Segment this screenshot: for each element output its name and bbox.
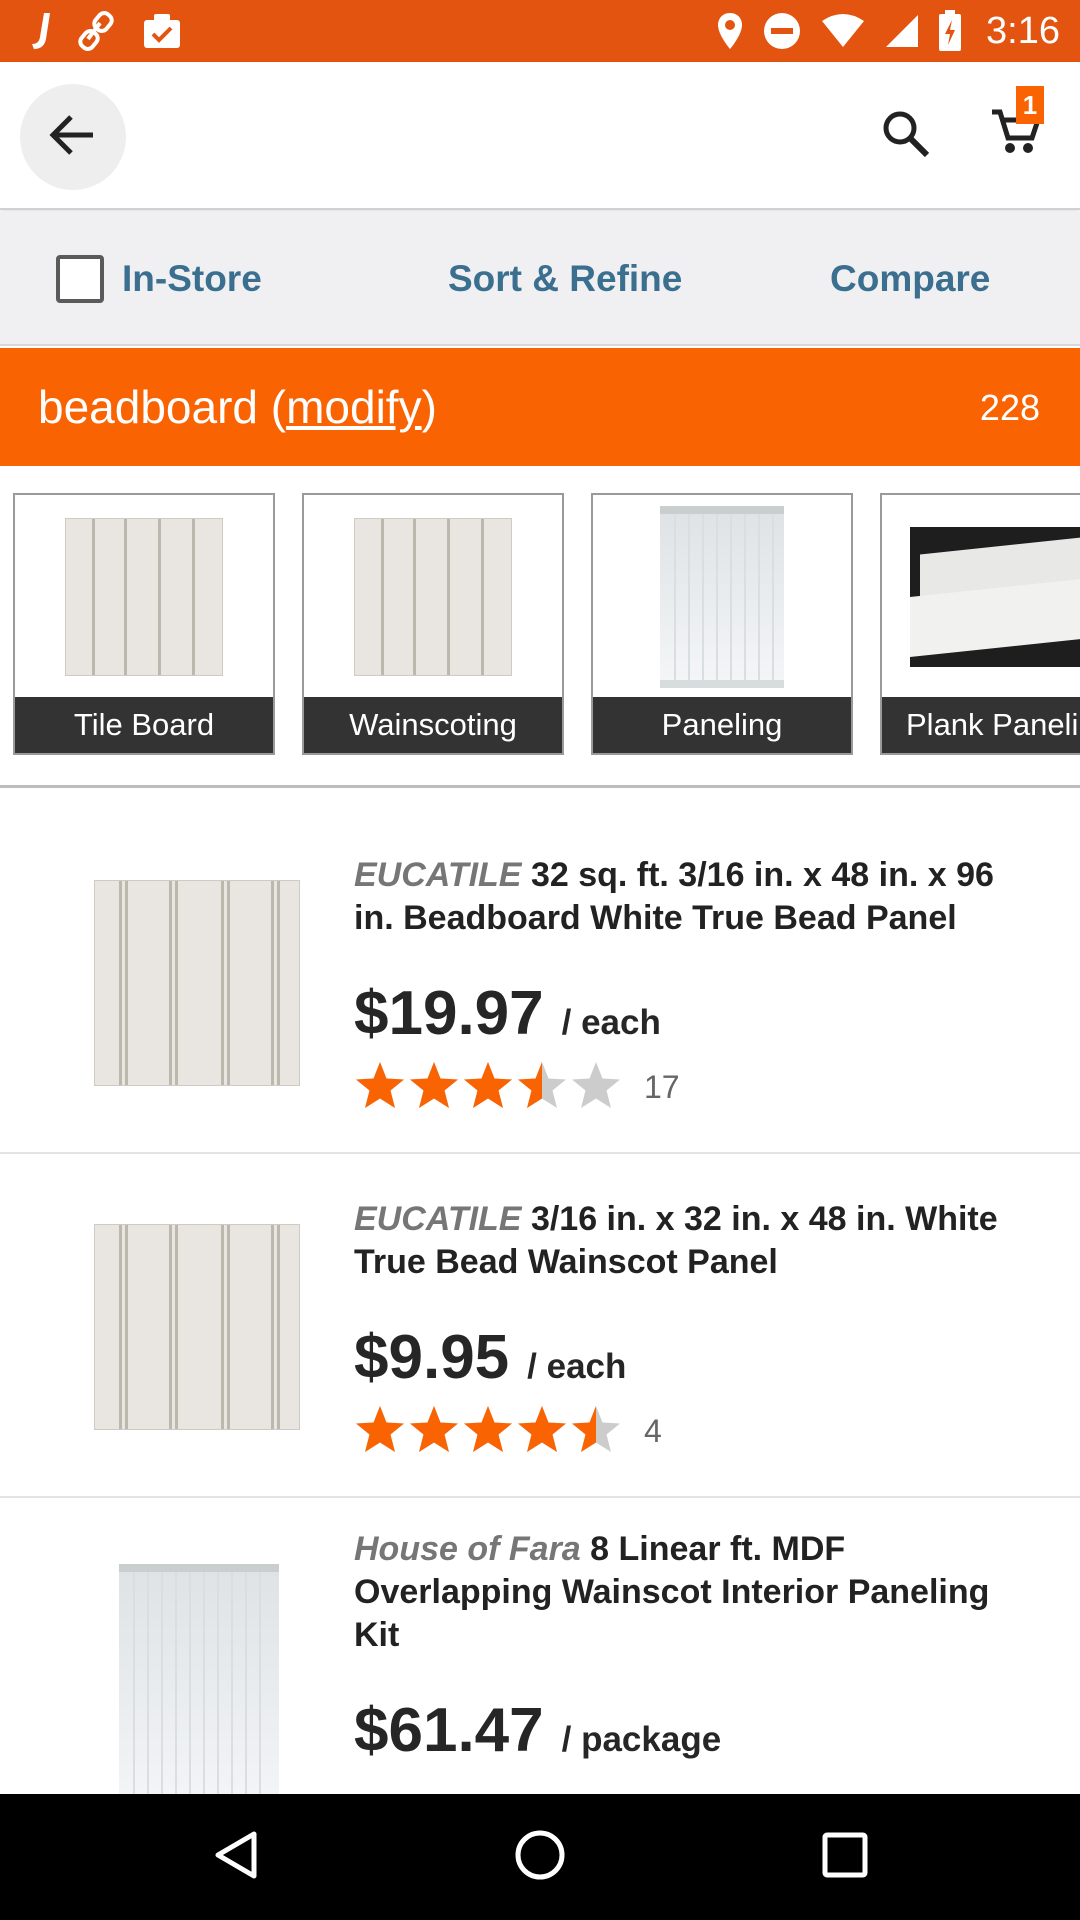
sort-refine-button[interactable]: Sort & Refine xyxy=(448,254,682,304)
app-bar: 1 xyxy=(0,62,1080,210)
category-carousel[interactable]: Tile Board Wainscoting Paneling Plank Pa… xyxy=(0,466,1080,788)
search-button[interactable] xyxy=(872,102,940,170)
product-price: $61.47 xyxy=(354,1696,544,1765)
modify-link[interactable]: modify xyxy=(286,381,421,433)
search-query-line: beadboard (modify) xyxy=(38,378,437,436)
category-image xyxy=(593,495,851,699)
product-card[interactable]: EUCATILE 3/16 in. x 32 in. x 48 in. Whit… xyxy=(0,1154,1080,1498)
product-info: EUCATILE 32 sq. ft. 3/16 in. x 48 in. x … xyxy=(354,854,1034,1114)
category-label: Plank Paneli xyxy=(882,697,1080,753)
rating-row: 17 xyxy=(354,1060,1034,1114)
rating-row: 4 xyxy=(354,1404,1034,1458)
product-brand: EUCATILE xyxy=(354,856,522,894)
product-price: $19.97 xyxy=(354,979,544,1048)
battery-charging-icon xyxy=(938,10,962,52)
in-store-filter[interactable]: In-Store xyxy=(56,254,262,304)
category-label: Tile Board xyxy=(15,697,273,753)
product-image[interactable] xyxy=(118,1564,280,1794)
back-button[interactable] xyxy=(20,84,126,190)
price-row: $61.47 / package xyxy=(354,1695,1034,1765)
product-info: EUCATILE 3/16 in. x 32 in. x 48 in. Whit… xyxy=(354,1198,1034,1458)
nav-home-button[interactable] xyxy=(505,1822,575,1892)
category-card-tile-board[interactable]: Tile Board xyxy=(13,493,275,755)
status-time: 3:16 xyxy=(986,9,1060,52)
star-icon xyxy=(408,1060,460,1115)
home-circle-icon xyxy=(514,1829,566,1886)
category-card-plank-paneling[interactable]: Plank Paneli xyxy=(880,493,1080,755)
review-count: 4 xyxy=(644,1412,662,1449)
open-paren: ( xyxy=(270,381,287,433)
arrow-left-icon xyxy=(49,113,97,162)
product-card[interactable]: House of Fara 8 Linear ft. MDF Overlappi… xyxy=(0,1498,1080,1794)
location-pin-icon xyxy=(716,11,744,51)
back-triangle-icon xyxy=(212,1830,258,1885)
in-store-label: In-Store xyxy=(122,258,262,299)
category-image xyxy=(304,495,562,699)
star-icon xyxy=(354,1060,406,1115)
category-label: Paneling xyxy=(593,697,851,753)
product-info: House of Fara 8 Linear ft. MDF Overlappi… xyxy=(354,1528,1034,1765)
close-paren: ) xyxy=(421,381,437,433)
do-not-disturb-icon xyxy=(762,11,802,51)
cart-count-badge: 1 xyxy=(1016,86,1044,124)
nav-back-button[interactable] xyxy=(200,1822,270,1892)
category-card-wainscoting[interactable]: Wainscoting xyxy=(302,493,564,755)
recents-square-icon xyxy=(821,1831,869,1884)
price-unit: / each xyxy=(561,1003,661,1042)
category-card-paneling[interactable]: Paneling xyxy=(591,493,853,755)
result-count: 228 xyxy=(979,387,1040,428)
product-title[interactable]: EUCATILE 32 sq. ft. 3/16 in. x 48 in. x … xyxy=(354,854,1034,940)
product-card[interactable]: EUCATILE 32 sq. ft. 3/16 in. x 48 in. x … xyxy=(0,790,1080,1154)
cellular-signal-icon xyxy=(884,13,920,49)
star-icon xyxy=(462,1060,514,1115)
product-brand: House of Fara xyxy=(354,1530,581,1568)
product-image[interactable] xyxy=(92,1222,302,1432)
status-bar: 3:16 xyxy=(0,0,1080,62)
star-icon xyxy=(516,1404,568,1459)
link-icon xyxy=(78,11,116,51)
star-rating xyxy=(354,1404,622,1459)
price-unit: / each xyxy=(527,1347,627,1386)
category-image xyxy=(15,495,273,699)
wifi-icon xyxy=(820,13,866,49)
price-row: $9.95 / each xyxy=(354,1322,1034,1392)
product-title[interactable]: House of Fara 8 Linear ft. MDF Overlappi… xyxy=(354,1528,1034,1657)
product-price: $9.95 xyxy=(354,1323,510,1392)
star-icon xyxy=(570,1404,622,1459)
product-image[interactable] xyxy=(92,878,302,1088)
star-icon xyxy=(516,1060,568,1115)
app-j-icon xyxy=(30,11,52,51)
star-icon xyxy=(408,1404,460,1459)
navigation-bar xyxy=(0,1794,1080,1920)
category-image xyxy=(882,495,1080,699)
star-icon xyxy=(354,1404,406,1459)
nav-recents-button[interactable] xyxy=(810,1822,880,1892)
search-icon xyxy=(881,109,931,164)
product-title[interactable]: EUCATILE 3/16 in. x 32 in. x 48 in. Whit… xyxy=(354,1198,1034,1284)
search-header: beadboard (modify) 228 xyxy=(0,348,1080,466)
price-row: $19.97 / each xyxy=(354,978,1034,1048)
compare-button[interactable]: Compare xyxy=(830,254,990,304)
clipboard-check-icon xyxy=(142,12,182,50)
star-rating xyxy=(354,1060,622,1115)
search-term: beadboard xyxy=(38,381,258,433)
category-label: Wainscoting xyxy=(304,697,562,753)
product-brand: EUCATILE xyxy=(354,1200,522,1238)
star-icon xyxy=(570,1060,622,1115)
review-count: 17 xyxy=(644,1068,680,1105)
in-store-checkbox[interactable] xyxy=(56,255,104,303)
price-unit: / package xyxy=(561,1720,722,1759)
star-icon xyxy=(462,1404,514,1459)
filter-bar: In-Store Sort & Refine Compare xyxy=(0,212,1080,346)
